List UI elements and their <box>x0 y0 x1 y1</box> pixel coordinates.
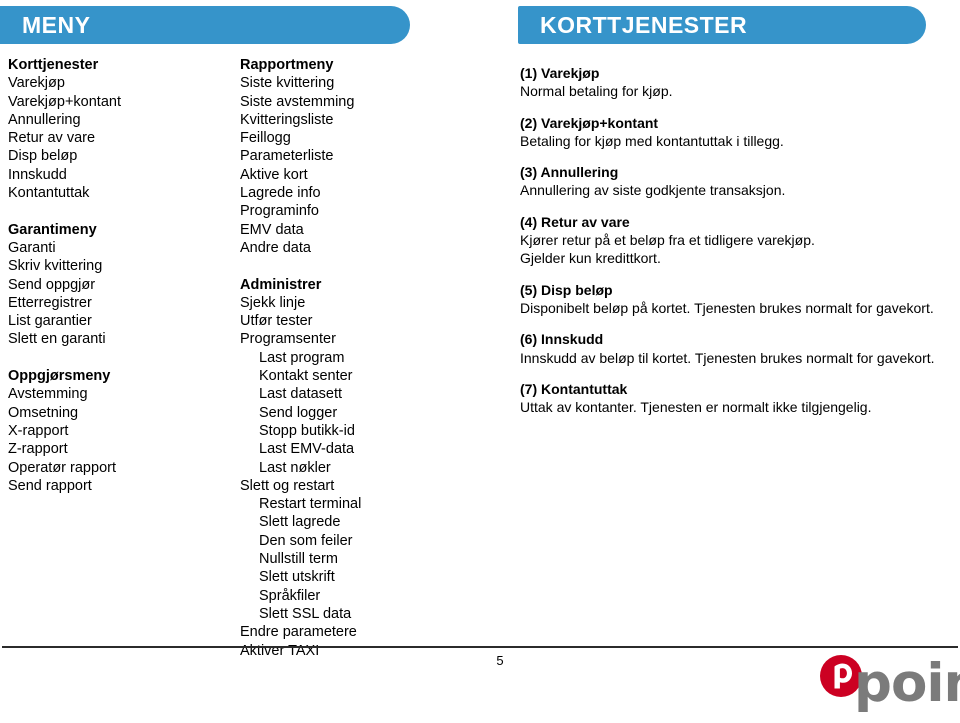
menu-item[interactable]: Stopp butikk-id <box>240 422 470 440</box>
service-description-block: (7) Kontantuttak Uttak av kontanter. Tjen… <box>520 380 950 417</box>
menu-column-middle: Rapportmeny Siste kvittering Siste avstemm… <box>240 56 470 660</box>
menu-item[interactable]: Slett og restart <box>240 477 470 495</box>
menu-column-left: Korttjenester Varekjøp Varekjøp+kontant Ann… <box>8 56 223 495</box>
service-description-line: Gjelder kun kredittkort. <box>520 250 661 267</box>
menu-item[interactable]: Disp beløp <box>8 147 223 165</box>
service-description-title: (6) Innskudd <box>520 331 604 348</box>
menu-item[interactable]: Restart terminal <box>240 495 470 513</box>
service-description-title: (2) Varekjøp+kontant <box>520 114 659 131</box>
menu-group-heading: Oppgjørsmeny <box>8 368 111 385</box>
service-description-block: (4) Retur av vare Kjører retur på et belø… <box>520 213 950 268</box>
menu-item[interactable]: Send rapport <box>8 477 223 495</box>
menu-item[interactable]: Slett utskrift <box>240 568 470 586</box>
service-description-line: Annullering av siste godkjente transaksj… <box>520 182 786 199</box>
footer-divider <box>2 646 958 648</box>
menu-group-heading: Garantimeny <box>8 221 97 238</box>
service-description-title: (1) Varekjøp <box>520 65 600 81</box>
menu-item[interactable]: Programinfo <box>240 202 470 220</box>
service-description-line: Innskudd av beløp til kortet. Tjenesten … <box>520 349 935 366</box>
menu-item[interactable]: Lagrede info <box>240 184 470 202</box>
point-logo-wordmark: point <box>854 653 960 714</box>
service-description-line: Normal betaling for kjøp. <box>520 83 673 100</box>
menu-item[interactable]: Kontakt senter <box>240 367 470 385</box>
menu-item[interactable]: Kontantuttak <box>8 184 223 202</box>
menu-item[interactable]: Skriv kvittering <box>8 257 223 275</box>
menu-item[interactable]: List garantier <box>8 312 223 330</box>
menu-item[interactable]: Send oppgjør <box>8 276 223 294</box>
menu-item[interactable]: Slett SSL data <box>240 605 470 623</box>
menu-item[interactable]: Slett en garanti <box>8 330 223 348</box>
korttjenester-section-banner: KORTTJENESTER <box>518 6 926 44</box>
service-description-block: (5) Disp beløp Disponibelt beløp på korte… <box>520 281 950 318</box>
menu-item[interactable]: Varekjøp+kontant <box>8 93 223 111</box>
menu-item[interactable]: Slett lagrede <box>240 513 470 531</box>
menu-item[interactable]: Garanti <box>8 239 223 257</box>
menu-item[interactable]: Språkfiler <box>240 587 470 605</box>
service-description-title: (3) Annullering <box>520 164 619 181</box>
menu-item[interactable]: EMV data <box>240 221 470 239</box>
menu-group-heading: Korttjenester <box>8 57 99 73</box>
menu-group-heading: Rapportmeny <box>240 57 334 73</box>
menu-item[interactable]: Siste avstemming <box>240 93 470 111</box>
service-description-block: (6) Innskudd Innskudd av beløp til kortet… <box>520 330 950 367</box>
menu-group-spacer <box>240 257 470 275</box>
menu-group-heading: Administrer <box>240 276 322 293</box>
menu-item[interactable]: Avstemming <box>8 385 223 403</box>
menu-item[interactable]: Siste kvittering <box>240 74 470 92</box>
menu-item[interactable]: Send logger <box>240 404 470 422</box>
menu-item[interactable]: Last EMV-data <box>240 440 470 458</box>
menu-item[interactable]: Last datasett <box>240 385 470 403</box>
service-description-block: (3) Annullering Annullering av siste godk… <box>520 163 950 200</box>
menu-item[interactable]: Etterregistrer <box>8 294 223 312</box>
document-page: MENY KORTTJENESTER Korttjenester Varekjøp… <box>0 0 960 723</box>
menu-item[interactable]: Annullering <box>8 111 223 129</box>
menu-item[interactable]: Operatør rapport <box>8 459 223 477</box>
menu-item[interactable]: Parameterliste <box>240 147 470 165</box>
menu-item[interactable]: Retur av vare <box>8 129 223 147</box>
menu-item[interactable]: Den som feiler <box>240 532 470 550</box>
menu-item[interactable]: Z-rapport <box>8 440 223 458</box>
service-description-title: (4) Retur av vare <box>520 213 630 230</box>
menu-item[interactable]: Omsetning <box>8 404 223 422</box>
korttjenester-banner-title: KORTTJENESTER <box>540 11 748 38</box>
menu-item[interactable]: X-rapport <box>8 422 223 440</box>
menu-group-spacer <box>8 349 223 367</box>
service-description-block: (1) Varekjøp Normal betaling for kjøp. <box>520 64 950 101</box>
menu-item[interactable]: Andre data <box>240 239 470 257</box>
menu-item[interactable]: Varekjøp <box>8 74 223 92</box>
menu-item[interactable]: Endre parametere <box>240 623 470 641</box>
service-description-block: (2) Varekjøp+kontant Betaling for kjøp me… <box>520 114 950 151</box>
point-logo: point <box>820 655 960 717</box>
menu-item[interactable]: Programsenter <box>240 330 470 348</box>
menu-item[interactable]: Nullstill term <box>240 550 470 568</box>
menu-item[interactable]: Last program <box>240 349 470 367</box>
menu-item[interactable]: Kvitteringsliste <box>240 111 470 129</box>
menu-group-spacer <box>8 202 223 220</box>
service-description-line: Uttak av kontanter. Tjenesten er normalt… <box>520 399 872 416</box>
service-description-line: Betaling for kjøp med kontantuttak i til… <box>520 132 784 149</box>
menu-item[interactable]: Sjekk linje <box>240 294 470 312</box>
page-number: 5 <box>496 653 504 668</box>
service-description-title: (7) Kontantuttak <box>520 380 628 397</box>
korttjenester-description-list: (1) Varekjøp Normal betaling for kjøp. (2)… <box>520 64 950 429</box>
service-description-title: (5) Disp beløp <box>520 281 613 298</box>
menu-item[interactable]: Innskudd <box>8 166 223 184</box>
menu-item[interactable]: Last nøkler <box>240 459 470 477</box>
service-description-line: Kjører retur på et beløp fra et tidliger… <box>520 232 815 249</box>
menu-item[interactable]: Utfør tester <box>240 312 470 330</box>
service-description-line: Disponibelt beløp på kortet. Tjenesten b… <box>520 299 934 316</box>
menu-item[interactable]: Aktive kort <box>240 166 470 184</box>
menu-item[interactable]: Feillogg <box>240 129 470 147</box>
meny-section-banner: MENY <box>0 6 410 44</box>
meny-banner-title: MENY <box>22 11 91 38</box>
